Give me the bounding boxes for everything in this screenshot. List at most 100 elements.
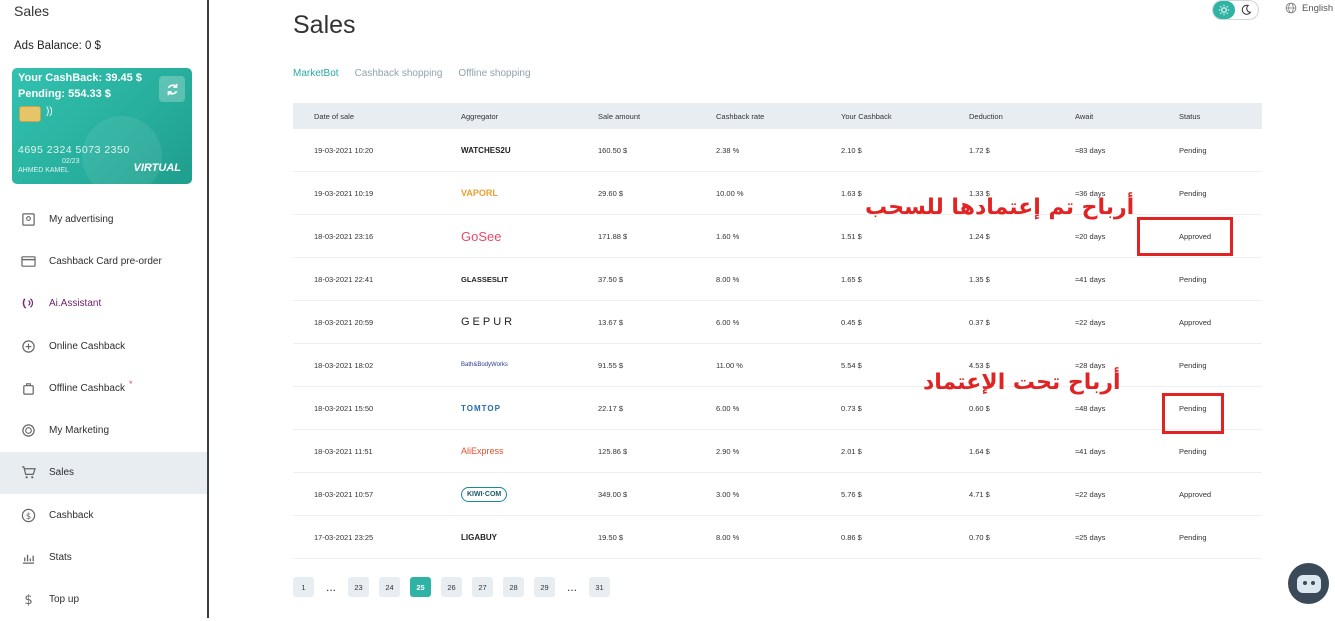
dollar-circle-icon: $ [20, 507, 36, 523]
sidebar-item-label: Cashback [49, 509, 94, 521]
table-row: 19-03-2021 10:20 WATCHES2U 160.50 $ 2.38 % 2… [293, 129, 1262, 172]
page-button-28[interactable]: 28 [503, 577, 524, 597]
sidebar-item-cashback[interactable]: $ Cashback [0, 494, 207, 536]
sidebar-item-top-up[interactable]: $ Top up [0, 579, 207, 621]
refresh-button[interactable] [159, 76, 185, 102]
table-cell-status: Pending [1179, 446, 1207, 456]
table-row: 18-03-2021 20:59 GEPUR 13.67 $ 6.00 % 0.45 $… [293, 301, 1262, 344]
sidebar-item-label: Top up [49, 594, 80, 606]
table-cell-sale: 171.88 $ [598, 231, 628, 241]
sidebar-item-label: Online Cashback [49, 340, 126, 352]
column-header: Date of sale [314, 111, 355, 121]
page-button-23[interactable]: 23 [348, 577, 369, 597]
table-cell-rate: 1.60 % [716, 231, 740, 241]
sidebar-item-my-advertising[interactable]: My advertising [0, 198, 207, 240]
table-cell-status: Pending [1179, 274, 1207, 284]
table-cell-ded: 0.37 $ [969, 317, 990, 327]
sidebar-item-stats[interactable]: Stats [0, 536, 207, 578]
sidebar-item-label: Cashback Card pre-order [49, 255, 162, 267]
column-header: Status [1179, 111, 1201, 121]
sidebar-item-label: Offline Cashback [49, 382, 125, 394]
sidebar-item-my-marketing[interactable]: My Marketing [0, 409, 207, 451]
table-cell-ded: 0.60 $ [969, 403, 990, 413]
page-button-26[interactable]: 26 [441, 577, 462, 597]
pagination-ellipsis: ... [325, 580, 336, 594]
table-row: 18-03-2021 22:41 GLASSESLIT 37.50 $ 8.00 % 1… [293, 258, 1262, 301]
pending-highlight-box [1162, 393, 1224, 434]
table-cell-await: ≈28 days [1075, 360, 1106, 370]
table-cell-rate: 2.38 % [716, 145, 740, 155]
moon-icon[interactable] [1235, 1, 1257, 19]
table-cell-status: Approved [1179, 489, 1212, 499]
ai-assistant-icon [20, 296, 36, 312]
table-cell-rate: 8.00 % [716, 274, 740, 284]
table-cell-await: ≈83 days [1075, 145, 1106, 155]
sidebar-item-cashback-card[interactable]: Cashback Card pre-order [0, 240, 207, 282]
table-cell-date: 18-03-2021 15:50 [314, 403, 374, 413]
tab-marketbot[interactable]: MarketBot [293, 68, 339, 79]
advertising-icon [20, 211, 36, 227]
page-button-27[interactable]: 27 [472, 577, 493, 597]
table-cell-await: ≈48 days [1075, 403, 1106, 413]
table-cell-sale: 37.50 $ [598, 274, 624, 284]
table-cell-cash: 1.63 $ [841, 188, 862, 198]
sun-icon[interactable] [1213, 1, 1235, 19]
table-cell-rate: 6.00 % [716, 403, 740, 413]
aggregator-logo: GLASSESLIT [461, 274, 509, 284]
sidebar-item-offline-cashback[interactable]: Offline Cashback * [0, 367, 207, 409]
table-cell-sale: 19.50 $ [598, 532, 624, 542]
table-row: 18-03-2021 11:51 AliExpress 125.86 $ 2.90 %… [293, 430, 1262, 473]
language-selector[interactable]: English [1285, 2, 1333, 14]
page-button-29[interactable]: 29 [534, 577, 555, 597]
sidebar-item-label: My Marketing [49, 425, 110, 437]
dollar-icon: $ [20, 592, 36, 608]
cashback-card: Your CashBack: 39.45 $ Pending: 554.33 $… [12, 68, 192, 184]
table-cell-date: 17-03-2021 23:25 [314, 532, 374, 542]
sidebar-nav: My advertising Cashback Card pre-order A… [0, 198, 207, 621]
sidebar-item-sales[interactable]: Sales [0, 451, 207, 495]
table-cell-cash: 2.01 $ [841, 446, 862, 456]
table-cell-await: ≈20 days [1075, 231, 1106, 241]
card-holder: AHMED KAMEL [18, 167, 69, 174]
aggregator-logo: GEPUR [461, 316, 516, 328]
ads-balance: Ads Balance: 0 $ [14, 40, 101, 52]
aggregator-logo: VAPORL [461, 188, 498, 198]
table-cell-rate: 3.00 % [716, 489, 740, 499]
table-row: 17-03-2021 23:25 LIGABUY 19.50 $ 8.00 % 0.86… [293, 516, 1262, 559]
tab-cashback-shopping[interactable]: Cashback shopping [355, 68, 443, 79]
approved-highlight-box [1137, 217, 1233, 256]
table-cell-ded: 1.72 $ [969, 145, 990, 155]
table-cell-rate: 10.00 % [716, 188, 744, 198]
language-label: English [1302, 2, 1334, 14]
sidebar-item-label: Sales [49, 467, 75, 479]
page-button-31[interactable]: 31 [589, 577, 610, 597]
column-header: Cashback rate [716, 111, 765, 121]
page-button-1[interactable]: 1 [293, 577, 314, 597]
tab-offline-shopping[interactable]: Offline shopping [458, 68, 530, 79]
sidebar-item-label: Ai.Assistant [49, 298, 102, 310]
table-cell-ded: 4.53 $ [969, 360, 990, 370]
table-cell-sale: 160.50 $ [598, 145, 628, 155]
sidebar-item-online-cashback[interactable]: Online Cashback [0, 325, 207, 367]
chatbot-button[interactable] [1288, 563, 1329, 604]
table-cell-ded: 1.64 $ [969, 446, 990, 456]
page-button-25[interactable]: 25 [410, 577, 431, 597]
theme-toggle[interactable] [1212, 0, 1259, 20]
table-cell-await: ≈41 days [1075, 274, 1106, 284]
sales-table: Date of sale Aggregator Sale amount Cash… [293, 103, 1262, 559]
refresh-icon [167, 83, 177, 95]
page-button-24[interactable]: 24 [379, 577, 400, 597]
table-cell-sale: 13.67 $ [598, 317, 624, 327]
sidebar-title: Sales [14, 3, 50, 19]
contactless-icon: )) [46, 106, 53, 117]
table-cell-rate: 2.90 % [716, 446, 740, 456]
sidebar-item-ai-assistant[interactable]: Ai.Assistant [0, 283, 207, 325]
card-icon [20, 253, 36, 269]
table-cell-await: ≈22 days [1075, 489, 1106, 499]
table-cell-status: Pending [1179, 360, 1207, 370]
pending-annotation: أرباح تحت الإعتماد [923, 370, 1121, 395]
aggregator-logo: Bath&BodyWorks [461, 362, 508, 368]
chip-icon [19, 106, 41, 122]
table-row: 18-03-2021 10:57 KIWI·COM 349.00 $ 3.00 % 5.… [293, 473, 1262, 516]
table-cell-status: Pending [1179, 532, 1207, 542]
